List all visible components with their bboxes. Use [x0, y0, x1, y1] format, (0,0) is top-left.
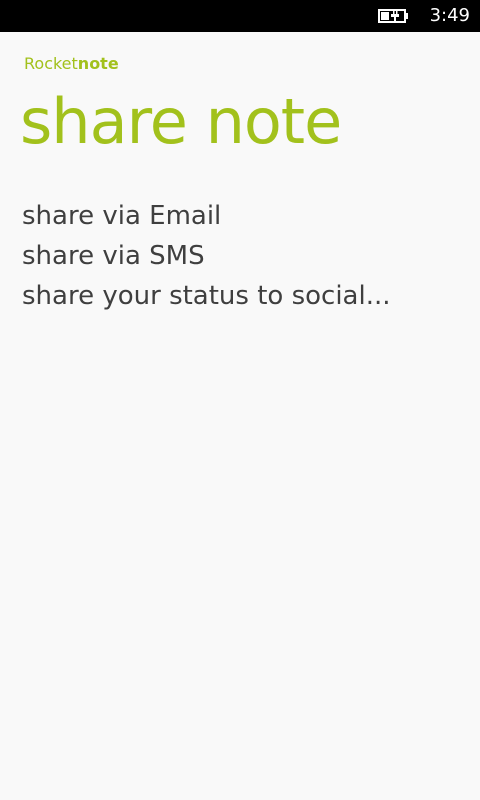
app-name-bold: note	[77, 54, 119, 73]
share-via-sms-item[interactable]: share via SMS	[22, 236, 462, 276]
status-clock: 3:49	[429, 5, 470, 26]
app-name-regular: Rocket	[24, 54, 78, 73]
app-name: Rocketnote	[24, 54, 119, 74]
share-via-email-item[interactable]: share via Email	[22, 196, 462, 236]
share-to-social-item[interactable]: share your status to social...	[22, 276, 462, 316]
battery-charging-icon	[378, 9, 408, 23]
status-bar: 3:49	[0, 0, 480, 32]
page-title: share note	[20, 85, 342, 158]
share-options-list: share via Email share via SMS share your…	[22, 196, 462, 316]
